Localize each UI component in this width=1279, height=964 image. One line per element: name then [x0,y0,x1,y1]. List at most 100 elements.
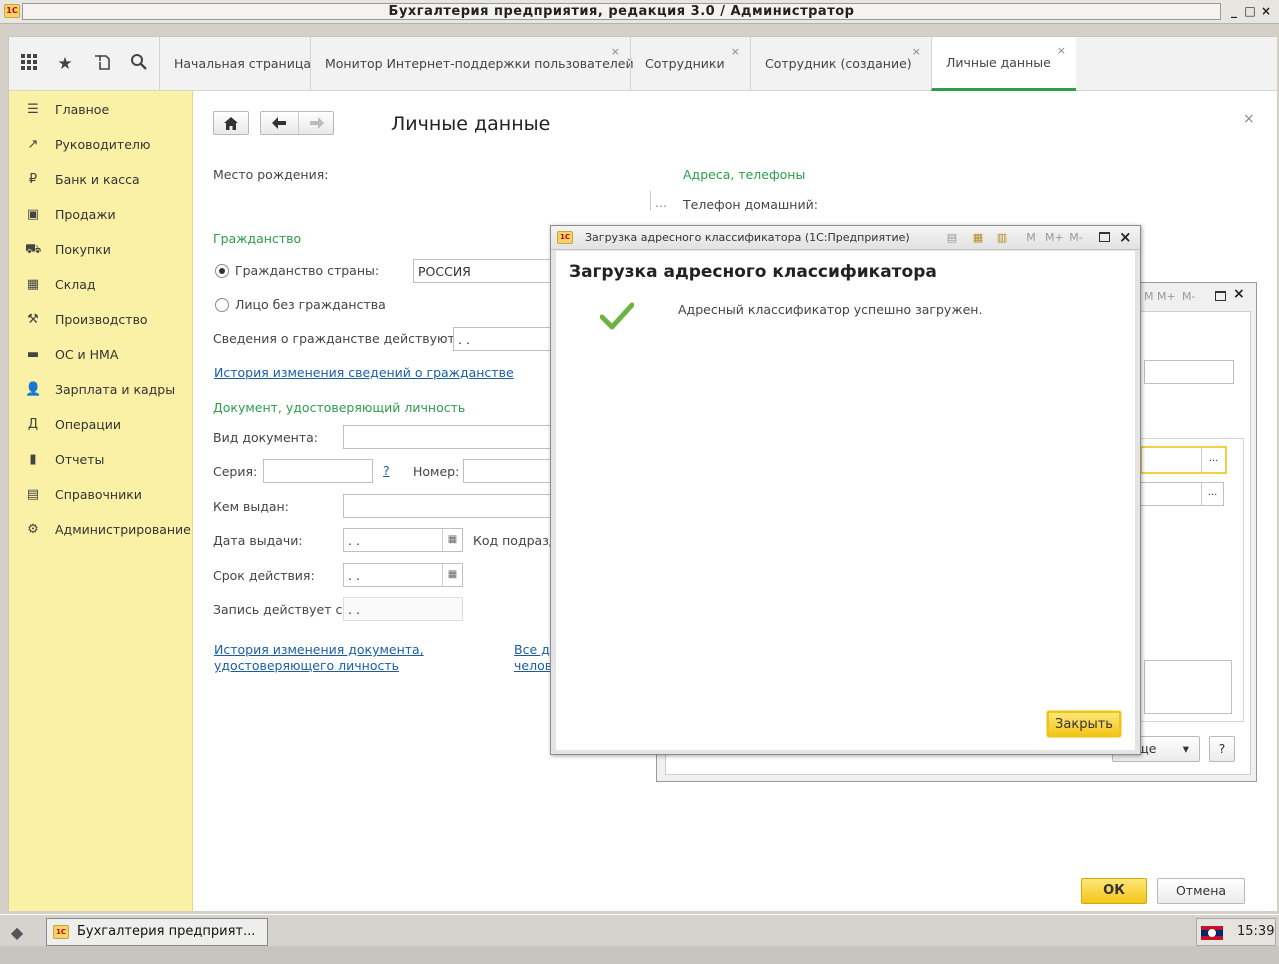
taskbar-app-label: Бухгалтерия предприят... [77,924,256,939]
tab-label: Начальная страница [174,56,311,71]
citizenship-country-radio[interactable] [215,264,229,278]
address-field-2[interactable]: ... [1140,482,1224,506]
record-from-label: Запись действует с: [213,602,347,617]
doc-type-field[interactable] [343,425,559,449]
series-field[interactable] [263,459,373,483]
sidebar-item-label: Руководителю [55,137,151,152]
citizenship-from-label: Сведения о гражданстве действуют с: [213,331,470,346]
id-doc-header: Документ, удостоверяющий личность [213,400,466,415]
number-field[interactable] [463,459,559,483]
tab-employees[interactable]: Сотрудники × [630,37,750,91]
sidebar-item-label: Склад [55,277,96,292]
tab-close-icon[interactable]: × [611,25,620,79]
document-icon[interactable]: ▤ [945,230,959,246]
tab-employee-create[interactable]: Сотрудник (создание) × [750,37,931,91]
sidebar-item-warehouse[interactable]: ▦ Склад [9,270,193,300]
tab-label: Сотрудник (создание) [765,56,912,71]
trend-icon: ↗ [27,137,39,152]
back-button[interactable] [261,112,297,134]
sidebar-item-manager[interactable]: ↗ Руководителю [9,130,193,160]
sidebar-item-label: Банк и касса [55,172,140,187]
sidebar-item-reports[interactable]: ▮ Отчеты [9,445,193,475]
sidebar-item-admin[interactable]: ⚙ Администрирование [9,515,193,545]
memory-m-icon[interactable]: M [1025,230,1037,246]
select-button[interactable]: ... [1201,448,1225,472]
issued-by-field[interactable] [343,494,559,518]
sidebar-item-purchases[interactable]: ⛟ Покупки [9,235,193,265]
citizenship-country-field[interactable]: РОССИЯ [413,259,559,283]
sidebar-item-bank[interactable]: ₽ Банк и касса [9,165,193,195]
comment-field[interactable] [1144,660,1232,714]
star-icon[interactable]: ★ [53,53,77,75]
all-docs-link[interactable]: Все д челов [514,642,552,674]
address-field[interactable] [1144,360,1234,384]
sidebar-item-label: ОС и НМА [55,347,119,362]
address-select-field[interactable]: ... [1140,446,1227,474]
issue-date-field[interactable]: . . ▦ [343,528,463,552]
sidebar-item-catalogs[interactable]: ▤ Справочники [9,480,193,510]
dialog-caption: Загрузка адресного классификатора (1С:Пр… [585,231,910,244]
maximize-icon[interactable] [1215,291,1226,301]
address-classifier-dialog: 1С Загрузка адресного классификатора (1С… [550,225,1141,755]
calculator-icon[interactable]: ▦ [971,230,985,246]
ok-button[interactable]: ОК [1081,878,1147,904]
forward-button[interactable] [298,112,334,134]
sidebar-item-main[interactable]: ☰ Главное [9,95,193,125]
dialog-header: 1С Загрузка адресного классификатора (1С… [551,226,1140,250]
tab-personal-data[interactable]: Личные данные × [931,37,1076,91]
stateless-radio[interactable] [215,298,229,312]
form-close-icon[interactable]: × [1243,111,1255,127]
sidebar-item-label: Главное [55,102,110,117]
sidebar-item-sales[interactable]: ▣ Продажи [9,200,193,230]
cancel-button[interactable]: Отмена [1157,878,1245,904]
memory-plus-icon[interactable]: M+ [1045,230,1064,246]
start-menu-icon[interactable]: ◆ [4,921,30,945]
close-icon[interactable]: × [1119,228,1132,246]
series-label: Серия: [213,464,258,479]
clock: 15:39 [1237,924,1275,939]
tab-close-icon[interactable]: × [731,25,740,79]
sidebar-item-label: Покупки [55,242,111,257]
tab-bar: ★ Начальная страница Монитор Интернет-по… [9,37,1277,91]
calendar-icon[interactable]: ▥ [995,230,1009,246]
select-button[interactable]: ... [1201,483,1223,505]
citizenship-history-link[interactable]: История изменения сведений о гражданстве [214,365,514,381]
series-help-link[interactable]: ? [383,463,390,479]
sidebar-item-payroll[interactable]: 👤 Зарплата и кадры [9,375,193,405]
search-icon[interactable] [127,53,151,75]
dialog-message: Адресный классификатор успешно загружен. [678,302,983,317]
close-dialog-button[interactable]: Закрыть [1047,711,1121,737]
apps-grid-icon[interactable] [17,53,41,75]
citizenship-from-date[interactable]: . . [453,327,559,351]
tab-close-icon[interactable]: × [1057,25,1066,77]
calendar-icon[interactable]: ▦ [442,564,462,586]
keyboard-layout-flag-icon[interactable] [1201,926,1223,940]
tab-close-icon[interactable]: × [912,25,921,79]
help-button[interactable]: ? [1209,736,1235,762]
birthplace-select-button[interactable]: ... [655,195,667,210]
sidebar-item-operations[interactable]: Д Операции [9,410,193,440]
sidebar-item-production[interactable]: ⚒ Производство [9,305,193,335]
tab-home[interactable]: Начальная страница [159,37,311,91]
home-button[interactable] [213,111,249,135]
maximize-icon[interactable] [1099,232,1110,242]
calendar-icon[interactable]: ▦ [442,529,462,551]
minimize-button[interactable]: _ [1227,3,1241,19]
valid-until-field[interactable]: . . ▦ [343,563,463,587]
memory-minus-icon[interactable]: M- [1067,230,1085,246]
close-icon[interactable]: × [1233,286,1245,302]
doc-history-link[interactable]: История изменения документа, удостоверяю… [214,642,424,674]
taskbar-app-button[interactable]: 1С Бухгалтерия предприят... [46,918,268,946]
bar-chart-icon: ▮ [29,452,37,467]
maximize-button[interactable]: □ [1243,3,1257,19]
close-window-button[interactable]: × [1259,3,1273,19]
cart-icon: ⛟ [25,242,42,257]
history-icon[interactable] [91,53,115,75]
sidebar-item-assets[interactable]: ▬ ОС и НМА [9,340,193,370]
link-line-2: челов [514,658,553,673]
birthplace-label: Место рождения: [213,167,329,182]
tab-support-monitor[interactable]: Монитор Интернет-поддержки пользователей… [310,37,634,91]
app-logo-icon: 1С [4,4,20,18]
tab-label: Личные данные [946,55,1051,70]
stateless-label: Лицо без гражданства [235,297,386,312]
